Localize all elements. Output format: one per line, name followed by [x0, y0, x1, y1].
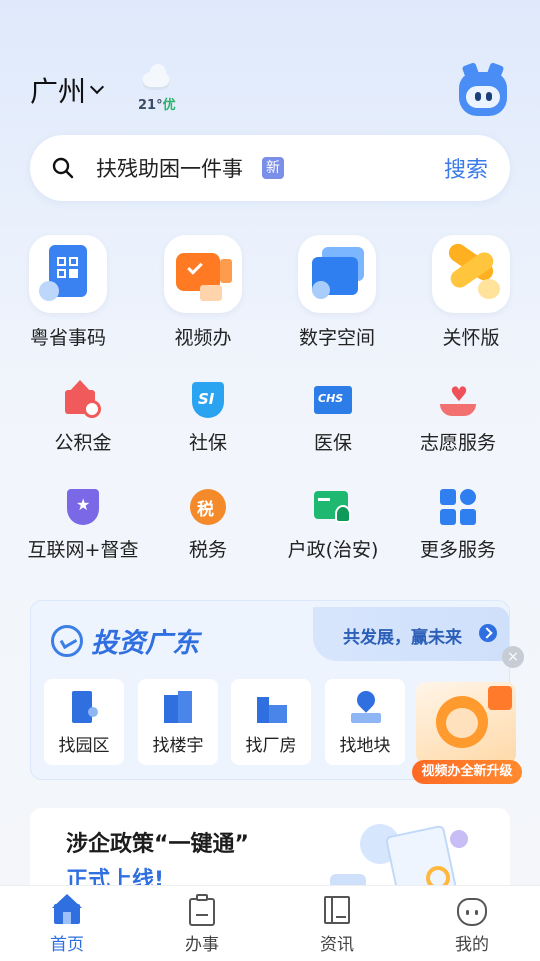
- service-label: 户政(治安): [287, 539, 379, 561]
- supervision-badge-icon: ★: [63, 487, 103, 527]
- city-label: 广州: [30, 75, 87, 108]
- cloud-icon: [142, 64, 170, 90]
- medical-insurance-icon: CHS: [313, 380, 353, 420]
- video-camera-icon: [488, 686, 512, 710]
- find-label: 找地块: [339, 736, 391, 756]
- bottom-tab-bar: 首页 办事 资讯 我的: [0, 885, 540, 961]
- invest-title-text: 投资广东: [91, 628, 199, 659]
- find-park-button[interactable]: 找园区: [44, 679, 124, 765]
- service-internet-supervision[interactable]: ★ 互联网+督查: [18, 487, 148, 562]
- home-icon: [52, 894, 82, 926]
- building-icon: [162, 691, 194, 725]
- tab-services[interactable]: 办事: [152, 894, 252, 955]
- service-label: 数字空间: [298, 327, 375, 349]
- service-label: 粤省事码: [29, 327, 106, 349]
- service-label: 社保: [188, 432, 227, 454]
- service-more[interactable]: 更多服务: [393, 487, 523, 562]
- service-label: 视频办: [174, 327, 232, 349]
- service-label: 医保: [313, 432, 352, 454]
- search-input[interactable]: 扶残助困一件事: [96, 153, 243, 183]
- tab-label: 办事: [185, 935, 219, 955]
- service-social-security[interactable]: SI 社保: [143, 380, 273, 455]
- featured-services: 粤省事码 视频办 数字空间 关怀版: [0, 235, 540, 355]
- more-services-icon: [438, 487, 478, 527]
- avatar-face: [466, 86, 500, 108]
- qr-code-icon: [29, 235, 107, 313]
- clipboard-icon: [187, 894, 217, 926]
- profile-icon: [457, 894, 487, 926]
- service-household-registration[interactable]: 户政(治安): [268, 487, 398, 562]
- service-label: 税务: [188, 539, 227, 561]
- tab-news[interactable]: 资讯: [287, 894, 387, 955]
- search-bar[interactable]: 扶残助困一件事 新 搜索: [30, 135, 510, 201]
- policy-title: 涉企政策“一键通”: [66, 832, 249, 857]
- tab-label: 资讯: [320, 935, 354, 955]
- weather-readout: 21°优: [138, 94, 176, 113]
- find-label: 找园区: [58, 736, 110, 756]
- arrow-right-icon: [479, 624, 497, 642]
- find-label: 找楼宇: [152, 736, 204, 756]
- service-volunteer[interactable]: ♥ 志愿服务: [393, 380, 523, 455]
- mascot-image: [416, 682, 516, 764]
- service-label: 志愿服务: [419, 432, 496, 454]
- service-housing-fund[interactable]: 公积金: [18, 380, 148, 455]
- temperature: 21°: [138, 98, 163, 113]
- tab-label: 首页: [50, 935, 84, 955]
- invest-slogan-text: 共发展，赢未来: [343, 628, 462, 648]
- service-label: 公积金: [54, 432, 112, 454]
- invest-title: 投资广东: [51, 621, 199, 660]
- promo-label: 视频办全新升级: [412, 760, 522, 784]
- service-label: 更多服务: [419, 539, 496, 561]
- service-digital-space[interactable]: 数字空间: [277, 235, 397, 350]
- invest-slogan-link[interactable]: 共发展，赢未来: [313, 607, 509, 661]
- volunteer-heart-icon: ♥: [438, 380, 478, 420]
- tax-icon: 税: [188, 487, 228, 527]
- video-service-promo[interactable]: 视频办全新升级: [412, 676, 522, 786]
- find-building-button[interactable]: 找楼宇: [138, 679, 218, 765]
- park-icon: [68, 691, 100, 725]
- new-badge: 新: [262, 157, 284, 179]
- household-registration-icon: [313, 487, 353, 527]
- weather-widget[interactable]: 21°优: [138, 64, 178, 118]
- factory-icon: [255, 691, 287, 725]
- close-icon[interactable]: ×: [502, 646, 524, 668]
- header: 广州 21°优: [30, 62, 510, 122]
- video-service-icon: [164, 235, 242, 313]
- find-label: 找厂房: [245, 736, 297, 756]
- housing-fund-icon: [63, 380, 103, 420]
- news-book-icon: [322, 894, 352, 926]
- land-plot-icon: [349, 687, 381, 725]
- search-button[interactable]: 搜索: [444, 152, 488, 184]
- avatar-eye-right: [486, 92, 492, 101]
- find-land-button[interactable]: 找地块: [325, 679, 405, 765]
- invest-logo-icon: [51, 624, 83, 657]
- digital-space-icon: [298, 235, 376, 313]
- service-yueshengshi-code[interactable]: 粤省事码: [8, 235, 128, 350]
- service-medical-insurance[interactable]: CHS 医保: [268, 380, 398, 455]
- service-video[interactable]: 视频办: [143, 235, 263, 350]
- find-factory-button[interactable]: 找厂房: [231, 679, 311, 765]
- mascot-face: [446, 708, 478, 738]
- search-icon: [52, 157, 74, 179]
- city-selector[interactable]: 广州: [30, 70, 105, 110]
- tab-profile[interactable]: 我的: [422, 894, 522, 955]
- tab-label: 我的: [455, 935, 489, 955]
- chevron-down-icon: [89, 79, 105, 95]
- avatar-eye-left: [475, 92, 481, 101]
- service-label: 关怀版: [442, 327, 500, 349]
- assistant-avatar[interactable]: [456, 62, 510, 118]
- tab-home[interactable]: 首页: [17, 894, 117, 955]
- social-security-icon: SI: [188, 380, 228, 420]
- service-label: 互联网+督查: [27, 539, 139, 561]
- care-scarf-icon: [432, 235, 510, 313]
- service-care-edition[interactable]: 关怀版: [411, 235, 531, 350]
- service-tax[interactable]: 税 税务: [143, 487, 273, 562]
- air-quality: 优: [162, 98, 176, 113]
